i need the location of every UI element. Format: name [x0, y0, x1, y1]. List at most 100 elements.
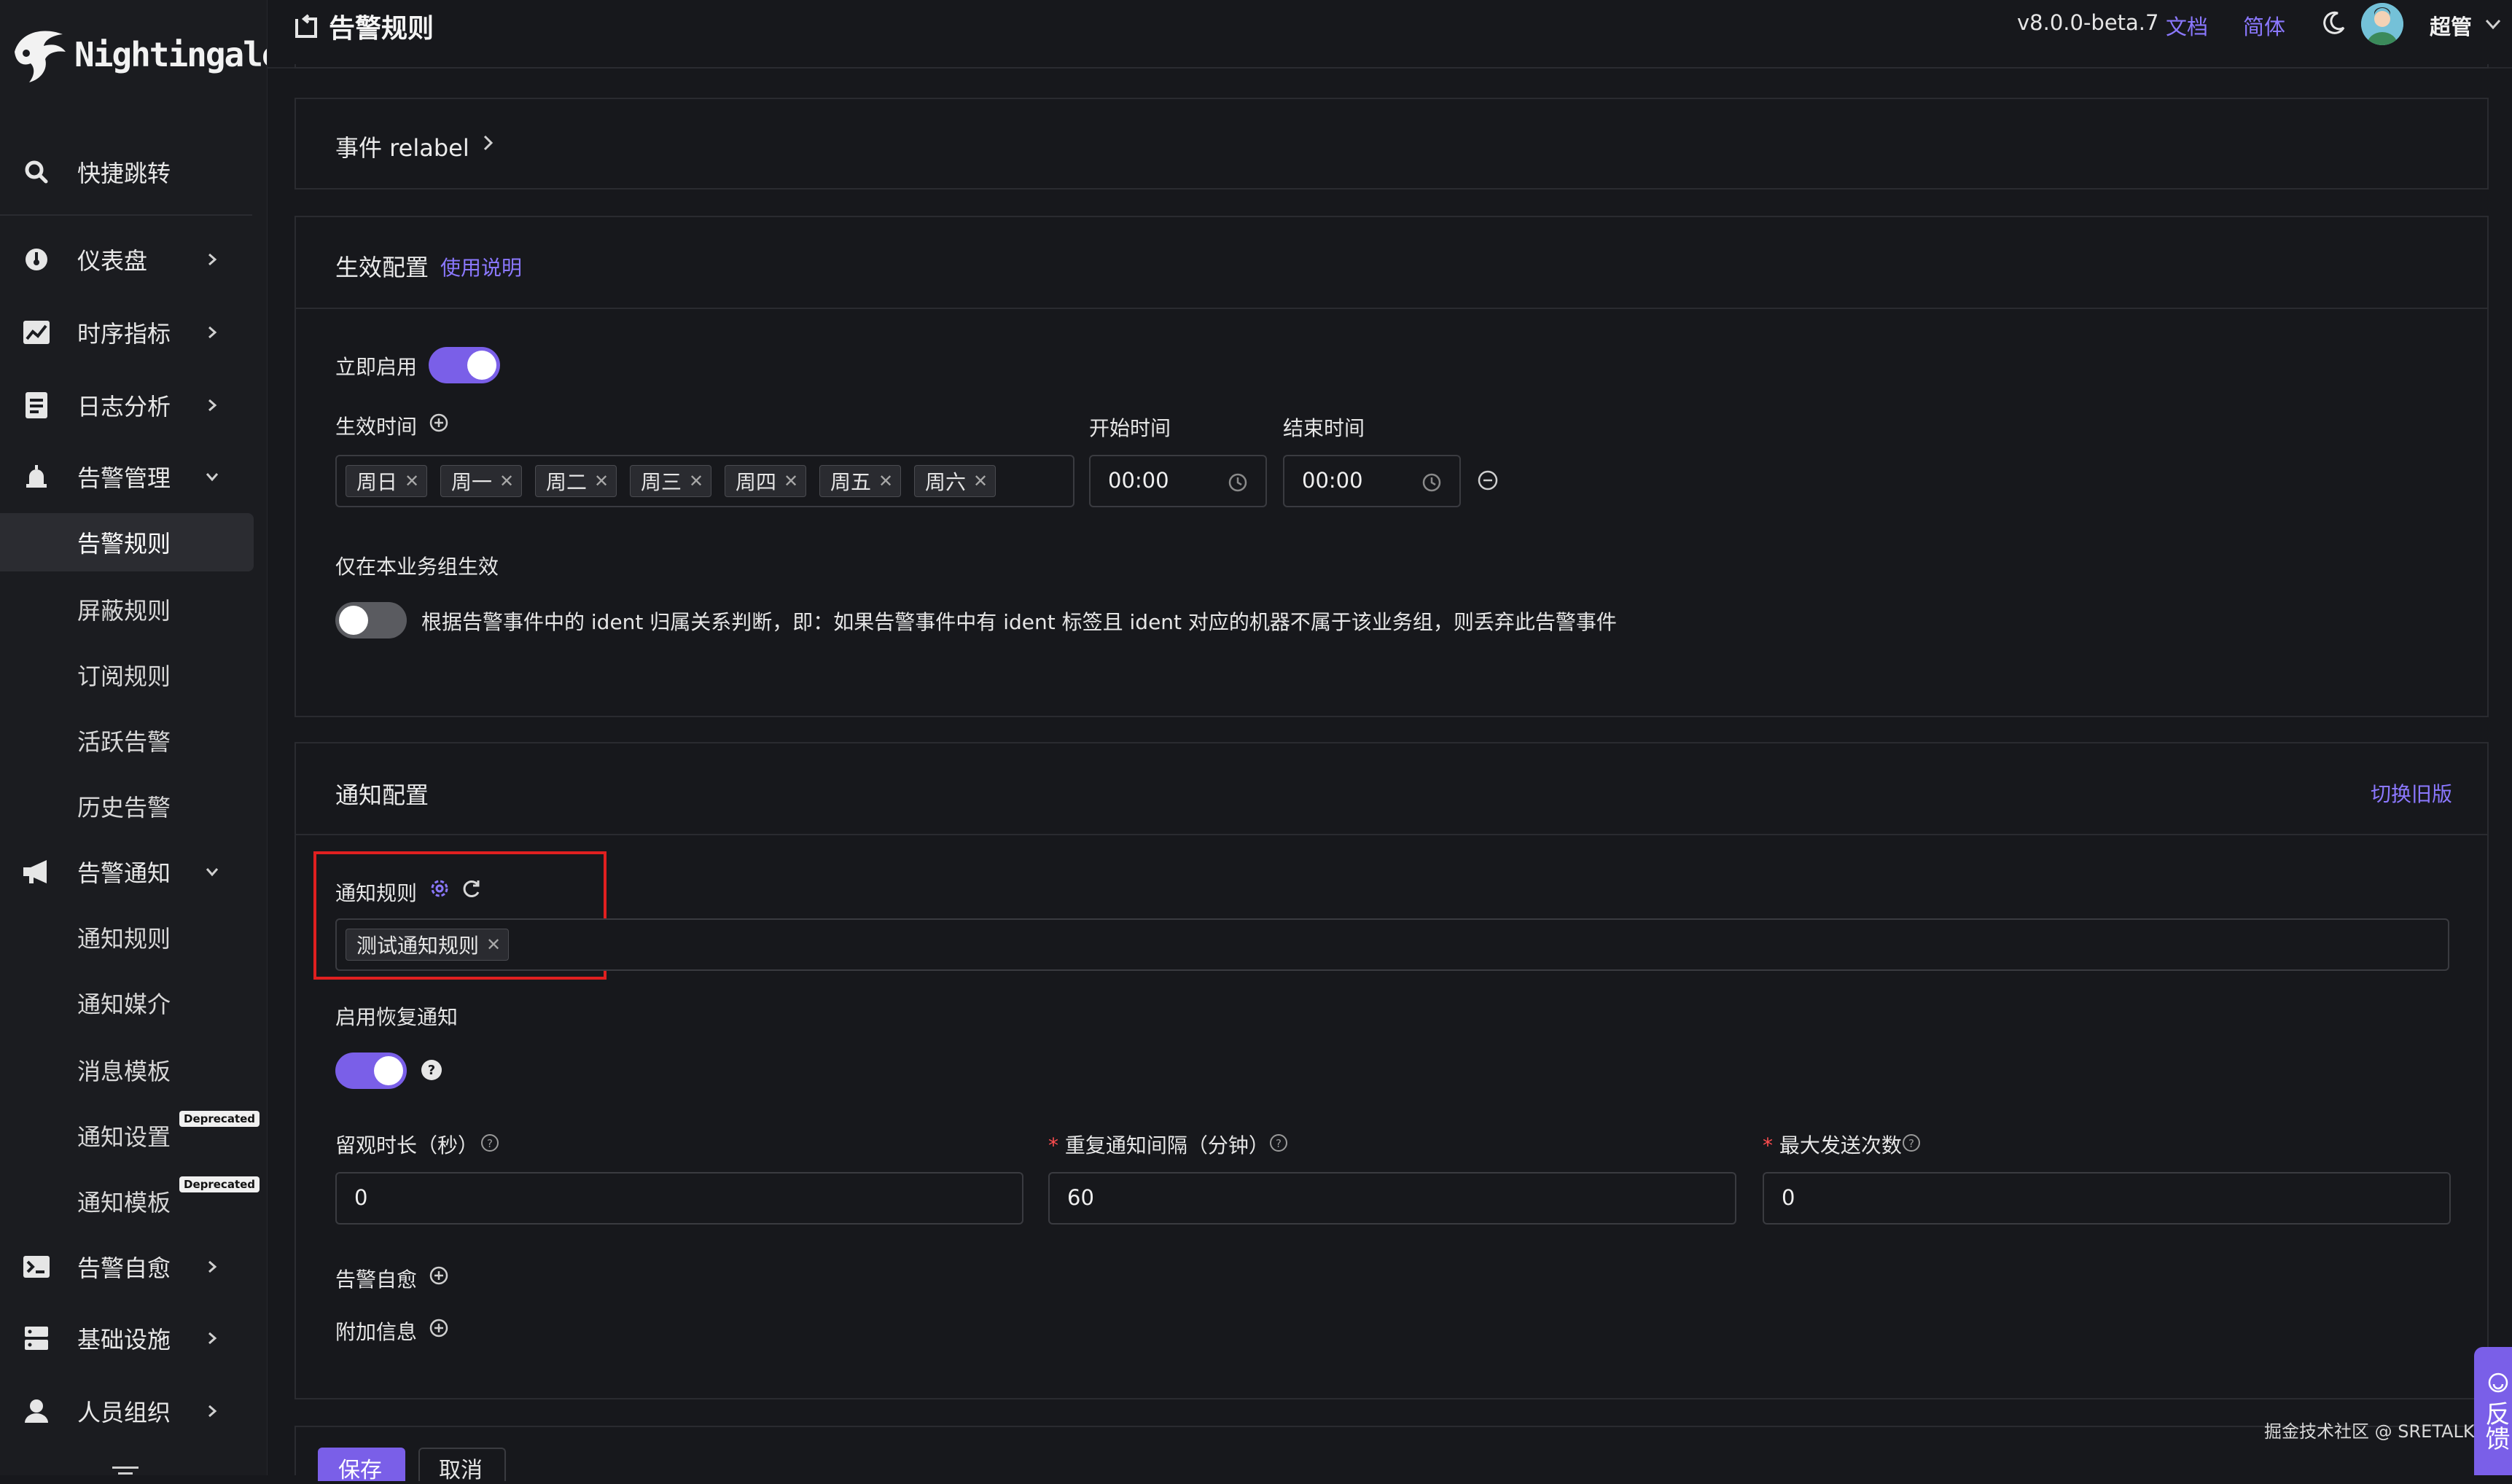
close-icon[interactable]: ✕	[499, 471, 514, 491]
end-time-label: 结束时间	[1283, 416, 1365, 440]
avatar[interactable]	[2361, 3, 2403, 45]
version-label: v8.0.0-beta.7	[2017, 10, 2159, 35]
close-icon[interactable]: ✕	[405, 471, 419, 491]
close-icon[interactable]: ✕	[594, 471, 609, 491]
start-time-label: 开始时间	[1089, 416, 1171, 440]
sidebar-subitem-label: 活跃告警	[77, 728, 171, 756]
close-icon[interactable]: ✕	[878, 471, 893, 491]
relabel-card[interactable]: 事件 relabel	[295, 98, 2489, 190]
end-time-value: 00:00	[1302, 468, 1363, 493]
day-tag-label: 周三	[641, 470, 682, 494]
group-only-description: 根据告警事件中的 ident 归属关系判断，即：如果告警事件中有 ident 标…	[421, 610, 1617, 634]
save-button-label: 保存	[338, 1458, 382, 1483]
sidebar-subitem-notify-media[interactable]: 通知媒介	[0, 974, 267, 1032]
sidebar-item-logs[interactable]: 日志分析	[0, 389, 267, 421]
max-send-text: 最大发送次数	[1779, 1133, 1902, 1157]
day-tag[interactable]: 周三 ✕	[630, 465, 712, 497]
svg-text:?: ?	[1908, 1137, 1914, 1150]
add-circle-icon[interactable]	[429, 413, 449, 433]
sidebar-subitem-active-alerts[interactable]: 活跃告警	[0, 711, 267, 770]
effective-time-label: 生效时间	[335, 415, 418, 439]
add-circle-icon[interactable]	[429, 1318, 449, 1338]
max-send-value: 0	[1782, 1185, 1795, 1210]
usage-help-link[interactable]: 使用说明	[440, 252, 522, 281]
gear-icon[interactable]	[429, 878, 450, 899]
repeat-interval-value: 60	[1067, 1185, 1094, 1210]
group-only-toggle[interactable]	[335, 602, 407, 638]
svg-text:?: ?	[1276, 1137, 1282, 1150]
day-tag[interactable]: 周五 ✕	[819, 465, 902, 497]
sidebar-item-label: 时序指标	[77, 320, 171, 348]
help-filled-icon[interactable]: ?	[420, 1058, 443, 1082]
user-name[interactable]: 超管	[2430, 10, 2472, 41]
repeat-interval-text: 重复通知间隔（分钟）	[1064, 1133, 1269, 1157]
start-time-picker[interactable]: 00:00	[1089, 455, 1267, 507]
quick-jump[interactable]: 快捷跳转	[0, 156, 267, 188]
sidebar-subitem-notify-templates[interactable]: 通知模板 Deprecated	[0, 1172, 267, 1230]
help-icon[interactable]: ?	[480, 1133, 500, 1153]
log-icon	[20, 389, 52, 421]
sidebar-item-alert-management[interactable]: 告警管理	[0, 461, 267, 493]
chevron-down-icon[interactable]	[2484, 15, 2503, 34]
weekday-select[interactable]: 周日 ✕ 周一 ✕ 周二 ✕ 周三 ✕ 周四 ✕ 周五 ✕ 周六 ✕	[335, 455, 1074, 507]
effective-config-header: 生效配置 使用说明	[296, 217, 2487, 309]
close-icon[interactable]: ✕	[486, 934, 501, 955]
day-tag-label: 周五	[830, 470, 872, 494]
observe-duration-input[interactable]: 0	[335, 1172, 1023, 1225]
repeat-interval-input[interactable]: 60	[1048, 1172, 1736, 1225]
language-switch[interactable]: 简体	[2243, 10, 2285, 41]
back-icon[interactable]	[294, 13, 320, 39]
sidebar-item-metrics[interactable]: 时序指标	[0, 316, 267, 348]
sidebar: Nightingale 快捷跳转 仪表盘 时序指标 日志分析 告警管理 告警规则…	[0, 0, 268, 1475]
close-icon[interactable]: ✕	[689, 471, 703, 491]
sidebar-subitem-history-alerts[interactable]: 历史告警	[0, 777, 267, 835]
day-tag[interactable]: 周日 ✕	[346, 465, 428, 497]
sidebar-subitem-message-templates[interactable]: 消息模板	[0, 1041, 267, 1099]
day-tag[interactable]: 周二 ✕	[535, 465, 617, 497]
max-send-input[interactable]: 0	[1763, 1172, 2451, 1225]
sidebar-subitem-alert-rules[interactable]: 告警规则	[0, 513, 254, 571]
chevron-right-icon	[201, 1327, 223, 1349]
refresh-icon[interactable]	[461, 878, 483, 899]
close-icon[interactable]: ✕	[973, 471, 988, 491]
logo[interactable]: Nightingale	[7, 22, 267, 87]
collapse-menu-icon[interactable]	[112, 1462, 139, 1475]
sidebar-subitem-mute-rules[interactable]: 屏蔽规则	[0, 580, 267, 638]
page-title: 告警规则	[329, 14, 434, 44]
save-button[interactable]: 保存	[318, 1448, 405, 1483]
day-tag[interactable]: 周一 ✕	[440, 465, 523, 497]
notify-rule-select[interactable]: 测试通知规则 ✕	[335, 918, 2449, 971]
notify-rule-tag[interactable]: 测试通知规则 ✕	[346, 929, 510, 961]
switch-old-version-link[interactable]: 切换旧版	[2371, 778, 2452, 808]
close-icon[interactable]: ✕	[784, 471, 798, 491]
user-icon	[20, 1395, 52, 1427]
sidebar-item-alert-notify[interactable]: 告警通知	[0, 856, 267, 888]
notify-config-card: 通知配置 切换旧版 通知规则 测试通知规则 ✕ 启用恢复通知 ? 留观时长（秒） …	[295, 742, 2489, 1399]
sidebar-subitem-notify-settings[interactable]: 通知设置 Deprecated	[0, 1106, 267, 1165]
sidebar-subitem-notify-rules[interactable]: 通知规则	[0, 908, 267, 966]
sidebar-subitem-label: 通知设置	[77, 1123, 171, 1151]
recovery-notify-toggle[interactable]	[335, 1053, 407, 1089]
help-icon[interactable]: ?	[1268, 1133, 1289, 1153]
clock-icon	[1228, 472, 1248, 493]
sidebar-item-self-healing[interactable]: 告警自愈	[0, 1251, 267, 1283]
footer-bar: 保存 取消	[295, 1426, 2489, 1483]
help-icon[interactable]: ?	[1901, 1133, 1922, 1153]
sidebar-item-infrastructure[interactable]: 基础设施	[0, 1322, 267, 1354]
docs-link[interactable]: 文档	[2166, 10, 2208, 41]
self-heal-label: 告警自愈	[335, 1268, 418, 1292]
enable-now-toggle[interactable]	[429, 347, 500, 383]
day-tag[interactable]: 周四 ✕	[725, 465, 807, 497]
feedback-tab[interactable]: 反馈	[2474, 1347, 2512, 1475]
sidebar-subitem-subscribe-rules[interactable]: 订阅规则	[0, 646, 267, 704]
sidebar-subitem-label: 消息模板	[77, 1058, 171, 1085]
add-circle-icon[interactable]	[429, 1265, 449, 1286]
remove-circle-icon[interactable]	[1477, 469, 1499, 491]
sidebar-item-dashboard[interactable]: 仪表盘	[0, 243, 267, 276]
end-time-picker[interactable]: 00:00	[1283, 455, 1461, 507]
sidebar-item-people[interactable]: 人员组织	[0, 1395, 267, 1427]
cancel-button[interactable]: 取消	[418, 1448, 506, 1483]
day-tag[interactable]: 周六 ✕	[914, 465, 996, 497]
megaphone-icon	[20, 856, 52, 888]
dark-mode-moon-icon[interactable]	[2322, 10, 2347, 35]
